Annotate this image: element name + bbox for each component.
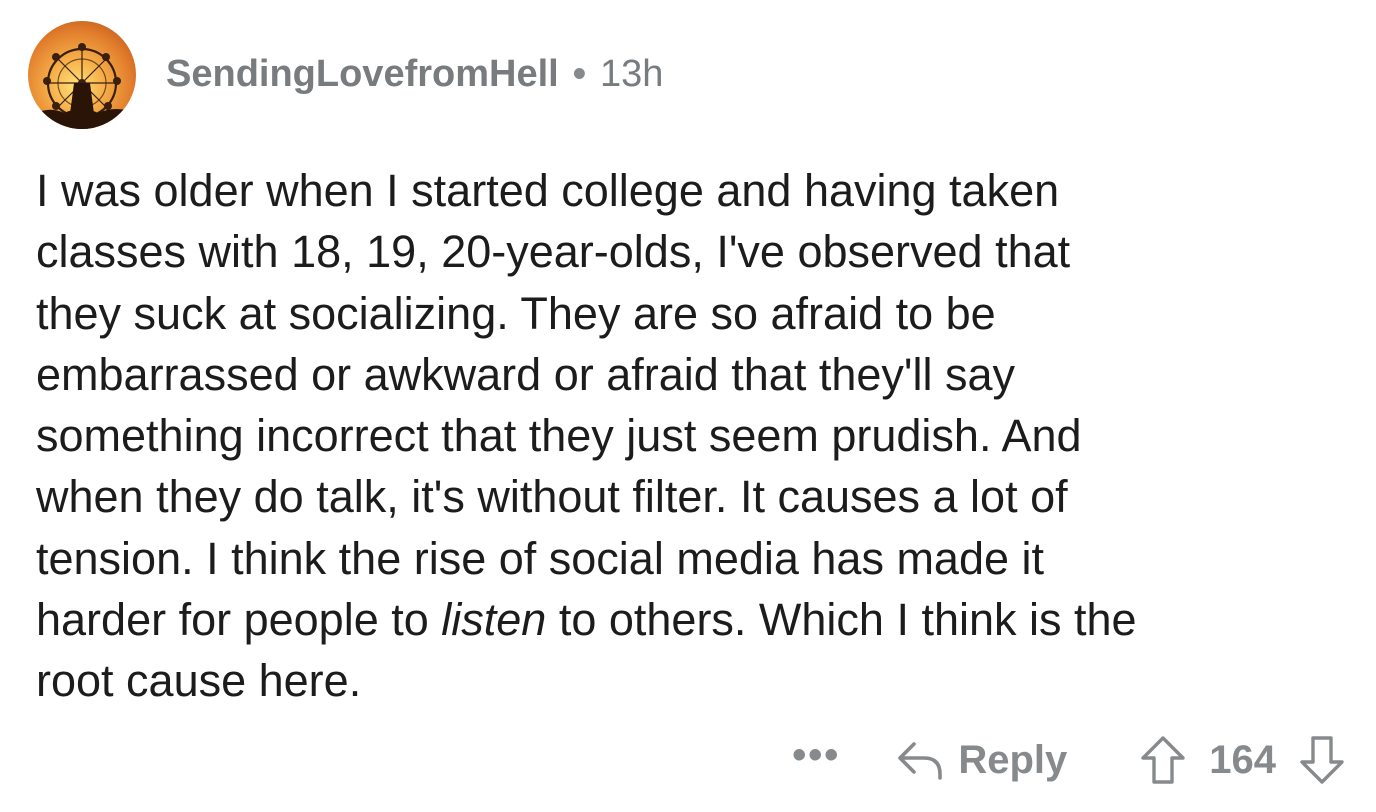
comment-line: they suck at socializing. They are so af… xyxy=(36,287,996,339)
timestamp: 13h xyxy=(600,52,664,95)
vote-controls: 164 xyxy=(1139,734,1346,786)
reply-arrow-icon xyxy=(898,742,943,780)
downvote-arrow-icon xyxy=(1300,736,1344,784)
upvote-arrow-icon xyxy=(1141,736,1185,784)
avatar[interactable] xyxy=(28,21,136,129)
emphasized-text: listen xyxy=(441,594,547,646)
comment-line: classes with 18, 19, 20-year-olds, I've … xyxy=(36,226,1071,278)
comment-text: harder for people to xyxy=(36,594,442,646)
comment-header: SendingLovefromHell • 13h xyxy=(28,20,663,130)
ferris-wheel-sunset-avatar-icon xyxy=(28,21,136,129)
comment-text: to others. Which I think is the xyxy=(546,594,1137,646)
comment-body: I was older when I started college and h… xyxy=(36,160,1356,712)
reply-label: Reply xyxy=(958,737,1068,782)
comment-line: when they do talk, it's without filter. … xyxy=(36,471,1068,523)
more-options-button[interactable]: ••• xyxy=(792,733,840,778)
comment-line: tension. I think the rise of social medi… xyxy=(36,532,1045,584)
comment-line: something incorrect that they just seem … xyxy=(36,410,1082,462)
comment-line: embarrassed or awkward or afraid that th… xyxy=(36,348,1016,400)
comment-meta: SendingLovefromHell • 13h xyxy=(166,53,663,96)
comment-actions: ••• Reply 164 xyxy=(792,728,1346,792)
author-name[interactable]: SendingLovefromHell xyxy=(166,53,559,96)
comment-line: I was older when I started college and h… xyxy=(36,165,1060,216)
comment: SendingLovefromHell • 13h I was older wh… xyxy=(0,0,1376,812)
comment-line: root cause here. xyxy=(36,655,362,707)
comment-line: harder for people to listen to others. W… xyxy=(36,589,1356,650)
reply-button[interactable]: Reply xyxy=(896,738,1067,783)
upvote-button[interactable] xyxy=(1139,734,1187,786)
vote-score: 164 xyxy=(1209,737,1276,782)
downvote-button[interactable] xyxy=(1298,734,1346,786)
meta-separator: • xyxy=(572,52,587,95)
